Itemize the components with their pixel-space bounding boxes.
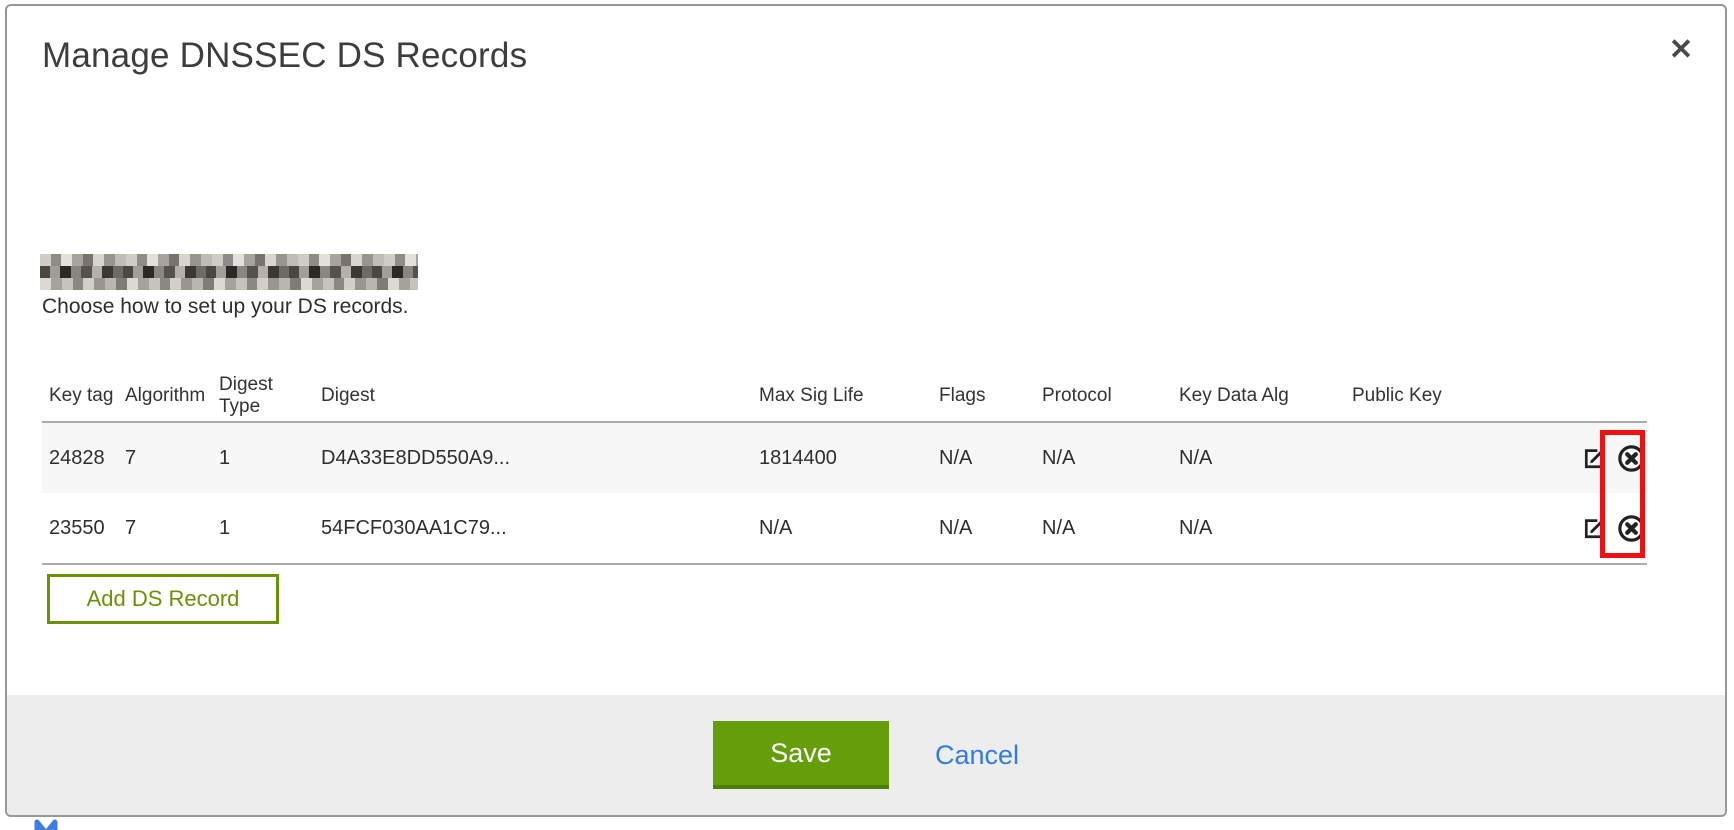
- cell-digest-type: 1: [212, 422, 314, 493]
- mosaic-row: [40, 254, 418, 266]
- table-row: 24828 7 1 D4A33E8DD550A9... 1814400 N/A …: [42, 422, 1647, 493]
- manage-dnssec-dialog: Manage DNSSEC DS Records ✕ Choose how to…: [5, 4, 1727, 817]
- col-header-actions: [1555, 370, 1647, 422]
- cell-protocol: N/A: [1035, 493, 1172, 564]
- cell-max-sig-life: N/A: [752, 493, 932, 564]
- cell-algorithm: 7: [118, 422, 212, 493]
- col-header-protocol: Protocol: [1035, 370, 1172, 422]
- instruction-text: Choose how to set up your DS records.: [42, 295, 409, 319]
- cell-flags: N/A: [932, 493, 1035, 564]
- col-header-digest-type: Digest Type: [212, 370, 314, 422]
- delete-record-button[interactable]: [1616, 443, 1647, 474]
- delete-record-button[interactable]: [1616, 513, 1647, 544]
- cell-digest-type: 1: [212, 493, 314, 564]
- cell-key-data-alg: N/A: [1172, 493, 1345, 564]
- background-text-fragment: [34, 819, 64, 830]
- edit-record-button[interactable]: [1581, 515, 1608, 542]
- cell-actions: [1555, 422, 1647, 493]
- domain-name-redacted: [40, 254, 418, 290]
- cell-protocol: N/A: [1035, 422, 1172, 493]
- table-header-row: Key tag Algorithm Digest Type Digest Max…: [42, 370, 1647, 422]
- edit-record-button[interactable]: [1581, 445, 1608, 472]
- col-header-max-sig-life: Max Sig Life: [752, 370, 932, 422]
- col-header-key-data-alg: Key Data Alg: [1172, 370, 1345, 422]
- cell-flags: N/A: [932, 422, 1035, 493]
- cell-key-tag: 24828: [42, 422, 118, 493]
- edit-pencil-icon: [1581, 460, 1608, 475]
- cell-key-data-alg: N/A: [1172, 422, 1345, 493]
- mosaic-row: [40, 278, 418, 290]
- ds-records-table: Key tag Algorithm Digest Type Digest Max…: [42, 370, 1647, 565]
- cancel-link[interactable]: Cancel: [935, 740, 1019, 771]
- col-header-algorithm: Algorithm: [118, 370, 212, 422]
- col-header-flags: Flags: [932, 370, 1035, 422]
- close-icon[interactable]: ✕: [1659, 28, 1703, 72]
- table-row: 23550 7 1 54FCF030AA1C79... N/A N/A N/A …: [42, 493, 1647, 564]
- cell-max-sig-life: 1814400: [752, 422, 932, 493]
- save-button[interactable]: Save: [713, 721, 889, 789]
- x-circle-icon: [1616, 462, 1647, 477]
- col-header-digest: Digest: [314, 370, 752, 422]
- cell-digest: 54FCF030AA1C79...: [314, 493, 752, 564]
- cell-public-key: [1345, 493, 1555, 564]
- cell-digest: D4A33E8DD550A9...: [314, 422, 752, 493]
- col-header-key-tag: Key tag: [42, 370, 118, 422]
- edit-pencil-icon: [1581, 530, 1608, 545]
- col-header-public-key: Public Key: [1345, 370, 1555, 422]
- cell-algorithm: 7: [118, 493, 212, 564]
- mosaic-row: [40, 266, 418, 278]
- cell-actions: [1555, 493, 1647, 564]
- x-circle-icon: [1616, 532, 1647, 547]
- dialog-footer: Save Cancel: [7, 695, 1725, 815]
- cell-key-tag: 23550: [42, 493, 118, 564]
- cell-public-key: [1345, 422, 1555, 493]
- add-ds-record-button[interactable]: Add DS Record: [47, 574, 279, 624]
- page-title: Manage DNSSEC DS Records: [42, 36, 527, 76]
